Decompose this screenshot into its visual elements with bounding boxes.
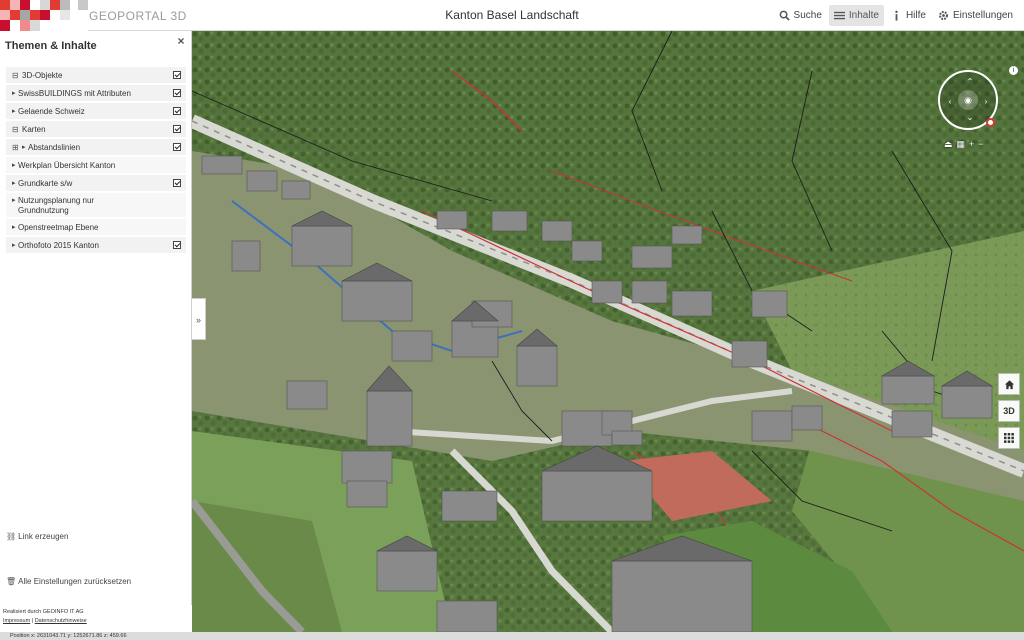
layer-openstreetmap[interactable]: ▸ Openstreetmap Ebene [6,219,186,237]
grid-button[interactable] [998,427,1020,449]
mode-3d-button[interactable]: 3D [998,400,1020,422]
layer-karten[interactable]: ⊟ Karten [6,121,186,139]
layer-swissbuildings[interactable]: ▸ SwissBUILDINGS mit Attributen [6,85,186,103]
layer-label: Grundkarte s/w [18,178,73,188]
grid-icon [1004,433,1014,443]
layer-werkplan[interactable]: ▸ Werkplan Übersicht Kanton [6,157,186,175]
layer-checkbox[interactable] [173,143,181,151]
nav-settings-label: Einstellungen [952,10,1013,21]
tilt-handle-icon[interactable] [986,118,995,127]
top-nav: Suche Inhalte Hilfe Einstellungen [774,5,1018,26]
zoom-in-button[interactable]: + [969,139,974,150]
layer-checkbox[interactable] [173,107,181,115]
layer-orthofoto[interactable]: ▸ Orthofoto 2015 Kanton [6,237,186,255]
view-tools: ⏏ ▦ + − [944,139,984,150]
layer-list: ⊟ 3D-Objekte ▸ SwissBUILDINGS mit Attrib… [6,67,186,255]
layer-label: Nutzungsplanung nur Grundnutzung [18,196,95,215]
layer-3d-objects[interactable]: ⊟ 3D-Objekte [6,67,186,85]
footer: Realisiert durch GEOINFO IT AG Impressum… [0,605,192,632]
layers-grid-icon[interactable]: ▦ [957,139,966,150]
menu-icon [833,11,845,20]
app-header: GEOPORTAL 3D Kanton Basel Landschaft Suc… [0,0,1024,31]
layer-label: 3D-Objekte [22,70,63,80]
sidebar: Themen & Inhalte × ⊟ 3D-Objekte ▸ SwissB… [0,31,192,605]
status-bar: Position x: 2631043.71 y: 1252671.86 z: … [0,632,1024,640]
nav-settings[interactable]: Einstellungen [933,5,1018,26]
info-icon [895,10,898,21]
chevron-up-icon[interactable]: ⌃ [964,76,976,88]
layer-label: Gelaende Schweiz [18,106,85,116]
chevron-down-icon[interactable]: ⌄ [964,112,976,124]
impressum-link[interactable]: Impressum [3,618,30,624]
create-link-button[interactable]: ⛓ Link erzeugen [6,532,68,541]
layer-label: Openstreetmap Ebene [18,222,99,232]
footer-separator: | [31,618,34,624]
layer-checkbox[interactable] [173,125,181,133]
layer-label: Karten [22,124,46,134]
nav-help-label: Hilfe [905,10,926,21]
layer-checkbox[interactable] [173,241,181,249]
privacy-link[interactable]: Datenschutzhinweise [35,618,87,624]
collapse-icon[interactable]: ⊟ [12,71,22,80]
home-button[interactable] [998,373,1020,395]
tilt-icon[interactable]: ⏏ [944,139,953,150]
sidebar-title: Themen & Inhalte [5,40,97,52]
layer-nutzungsplanung[interactable]: ▸ Nutzungsplanung nur Grundnutzung [6,193,186,219]
gear-icon [938,11,948,20]
search-icon [779,10,790,21]
reset-settings-button[interactable]: 🗑 Alle Einstellungen zurücksetzen [6,577,131,586]
chevron-right-icon[interactable]: › [980,96,992,108]
link-icon: ⛓ [6,532,17,541]
sidebar-toggle[interactable]: » [192,298,206,340]
layer-gelaende-schweiz[interactable]: ▸ Gelaende Schweiz [6,103,186,121]
credit-text: Realisiert durch GEOINFO IT AG [3,609,84,615]
layer-label: Orthofoto 2015 Kanton [18,240,99,250]
create-link-label: Link erzeugen [18,532,69,541]
info-icon[interactable]: i [1009,66,1018,75]
eye-icon[interactable]: ◉ [958,90,978,110]
layer-label: SwissBUILDINGS mit Attributen [18,88,131,98]
layer-abstandslinien[interactable]: ⊞ ▸ Abstandslinien [6,139,186,157]
layer-label: Werkplan Übersicht Kanton [18,160,116,170]
reset-settings-label: Alle Einstellungen zurücksetzen [18,577,132,586]
layer-checkbox[interactable] [173,71,181,79]
nav-search[interactable]: Suche [774,5,827,26]
position-readout: Position x: 2631043.71 y: 1252671.86 z: … [10,633,127,639]
close-icon[interactable]: × [175,35,187,47]
navigation-compass[interactable]: ⌃ ⌄ ‹ › ◉ [938,70,998,130]
collapse-icon[interactable]: ⊟ [12,125,22,134]
chevron-left-icon[interactable]: ‹ [944,96,956,108]
trash-icon: 🗑 [6,577,17,586]
layer-checkbox[interactable] [173,179,181,187]
expand-icon[interactable]: ⊞ [12,143,22,152]
layer-grundkarte[interactable]: ▸ Grundkarte s/w [6,175,186,193]
terrain-view [192,31,1024,632]
zoom-out-button[interactable]: − [978,139,983,150]
nav-content[interactable]: Inhalte [828,5,884,26]
layer-label: Abstandslinien [28,142,81,152]
footer-links: Impressum | Datenschutzhinweise [3,617,189,626]
layer-checkbox[interactable] [173,89,181,97]
nav-search-label: Suche [793,10,822,21]
map-viewport[interactable]: 3D [192,31,1024,632]
nav-content-label: Inhalte [848,10,879,21]
home-icon [1004,379,1014,389]
nav-help[interactable]: Hilfe [886,5,931,26]
